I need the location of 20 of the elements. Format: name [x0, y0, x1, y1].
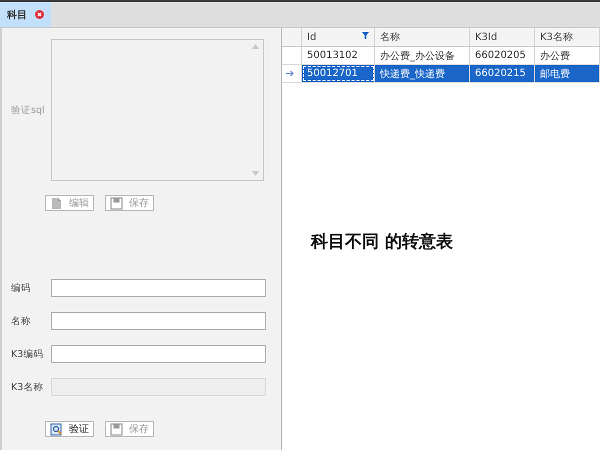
table-cell: 办公费_办公设备 — [375, 47, 470, 64]
table-cell: 66020205 — [470, 47, 535, 64]
column-header[interactable]: Id — [302, 28, 375, 46]
column-header[interactable]: 名称 — [375, 28, 470, 46]
column-header[interactable]: K3名称 — [535, 28, 600, 46]
field-label: 名称 — [10, 314, 32, 328]
table-cell: 50012701 — [302, 65, 375, 82]
table-cell: 50013102 — [302, 47, 375, 64]
field-label: 验证sql — [10, 104, 46, 116]
column-header[interactable]: K3Id — [470, 28, 535, 46]
field-label: K3编码 — [10, 348, 44, 360]
tab[interactable]: 科目 — [0, 2, 51, 27]
table-cell: 66020215 — [470, 65, 535, 82]
table-cell: 办公费 — [535, 47, 600, 64]
table-cell: 邮电费 — [535, 65, 600, 82]
field-label: 编码 — [10, 282, 32, 294]
field-label: K3名称 — [10, 380, 44, 394]
toolbar-button[interactable]: 验证 — [45, 421, 94, 437]
heading: 科目不同 的转意表 — [311, 231, 453, 253]
table-cell: 快递费_快递费 — [375, 65, 470, 82]
